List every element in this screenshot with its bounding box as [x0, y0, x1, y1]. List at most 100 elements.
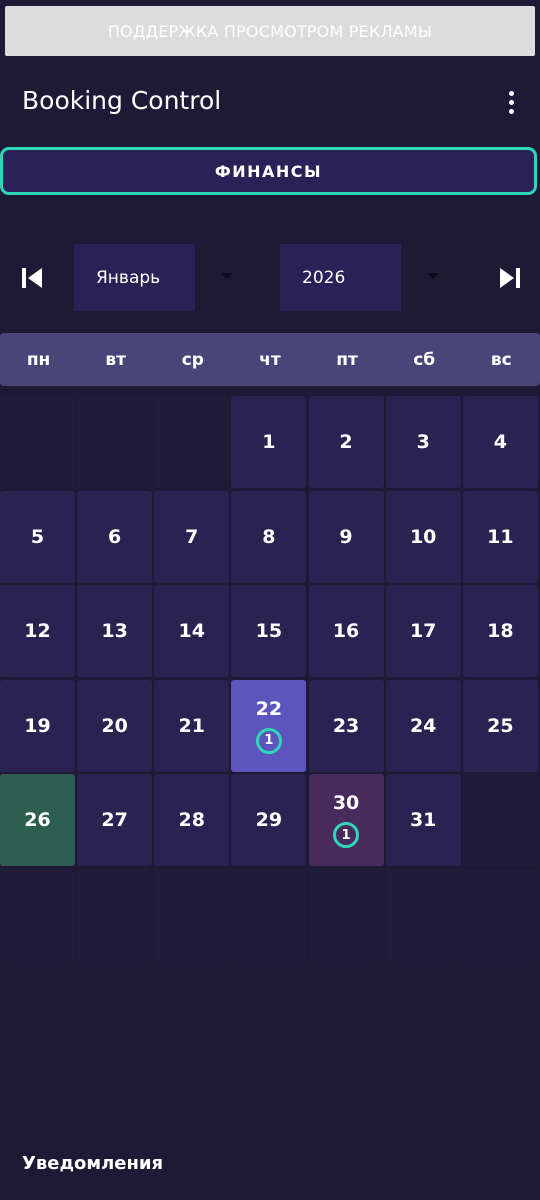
calendar-day-23[interactable]: 23 [308, 679, 384, 772]
calendar-empty-cell [0, 396, 75, 488]
calendar-day-2[interactable]: 2 [308, 396, 384, 488]
calendar-day-8[interactable]: 8 [231, 490, 307, 583]
calendar-day-18[interactable]: 18 [462, 585, 538, 677]
calendar-day-number: 10 [409, 525, 437, 548]
next-month-icon[interactable] [497, 264, 521, 292]
calendar-day-14[interactable]: 14 [154, 585, 230, 677]
calendar-day-number: 26 [24, 809, 51, 831]
calendar-day-number: 12 [24, 620, 51, 642]
calendar-day-number: 11 [487, 525, 514, 548]
calendar-day-number: 24 [409, 714, 437, 737]
month-select[interactable]: Январь [74, 244, 195, 311]
app-title: Booking Control [22, 86, 222, 115]
calendar-day-4[interactable]: 4 [462, 396, 538, 488]
calendar-day-number: 31 [409, 809, 437, 831]
calendar-day-number: 17 [409, 620, 437, 642]
more-vert-icon [508, 90, 514, 96]
calendar-day-number: 5 [30, 525, 45, 548]
weekday-label: пн [26, 349, 51, 370]
weekday-label: сб [413, 349, 436, 370]
calendar-empty-cell [77, 396, 153, 488]
calendar-day-16[interactable]: 16 [308, 585, 384, 677]
calendar-empty-cell [308, 868, 384, 961]
calendar-day-number: 15 [255, 620, 283, 642]
chevron-down-icon[interactable] [427, 273, 439, 279]
calendar-empty-cell [231, 868, 307, 961]
more-vert-icon-dot [508, 99, 514, 105]
calendar-empty-cell [0, 868, 75, 961]
calendar-day-number: 29 [255, 809, 283, 831]
calendar-day-number: 22 [255, 697, 283, 720]
finance-button-label: ФИНАНСЫ [214, 161, 323, 181]
calendar-day-number: 6 [108, 525, 122, 548]
calendar-day-11[interactable]: 11 [462, 490, 538, 583]
calendar-empty-cell [154, 868, 230, 961]
calendar-day-27[interactable]: 27 [77, 774, 153, 866]
calendar-day-6[interactable]: 6 [77, 490, 153, 583]
calendar-day-21[interactable]: 21 [154, 679, 230, 772]
ad-support-label: ПОДДЕРЖКА ПРОСМОТРОМ РЕКЛАМЫ [107, 21, 433, 41]
calendar-day-number: 1 [262, 431, 276, 453]
calendar-day-number: 7 [185, 525, 199, 548]
year-select[interactable]: 2026 [280, 244, 401, 311]
calendar-day-22[interactable]: 22 1 [231, 679, 307, 772]
calendar-day-number: 25 [487, 714, 514, 737]
calendar-empty-cell [462, 868, 538, 961]
calendar-day-number: 21 [178, 714, 205, 737]
calendar-day-12[interactable]: 12 [0, 585, 75, 677]
calendar-day-28[interactable]: 28 [154, 774, 230, 866]
calendar-day-number: 27 [101, 809, 128, 831]
weekday-label: ср [181, 349, 204, 370]
calendar-day-number: 30 [332, 792, 360, 814]
calendar-day-number: 2 [339, 431, 353, 453]
more-menu-button[interactable] [496, 86, 526, 118]
calendar-day-7[interactable]: 7 [154, 490, 230, 583]
calendar-day-number: 3 [416, 431, 430, 453]
calendar-day-19[interactable]: 19 [0, 679, 75, 772]
weekday-label: вс [490, 349, 512, 370]
notifications-title: Уведомления [22, 1153, 164, 1174]
finance-button[interactable]: ФИНАНСЫ [0, 147, 537, 195]
calendar-day-number: 8 [262, 525, 276, 548]
weekday-label: чт [259, 349, 281, 370]
calendar-empty-cell [77, 868, 153, 961]
calendar-day-number: 16 [332, 620, 360, 642]
calendar-day-24[interactable]: 24 [385, 679, 461, 772]
calendar-day-29[interactable]: 29 [231, 774, 307, 866]
calendar-day-number: 23 [332, 714, 360, 737]
calendar-day-10[interactable]: 10 [385, 490, 461, 583]
calendar-day-number: 4 [493, 431, 507, 453]
calendar-day-26[interactable]: 26 [0, 774, 75, 866]
calendar-day-3[interactable]: 3 [385, 396, 461, 488]
chevron-down-icon[interactable] [221, 273, 233, 279]
calendar-empty-cell [462, 774, 538, 866]
calendar-day-31[interactable]: 31 [385, 774, 461, 866]
month-select-value: Январь [96, 267, 161, 288]
calendar-day-1[interactable]: 1 [231, 396, 307, 488]
year-select-value: 2026 [302, 267, 346, 288]
weekday-label: вт [105, 349, 126, 370]
booking-count-badge: 1 [333, 822, 360, 848]
calendar-day-25[interactable]: 25 [462, 679, 538, 772]
calendar-day-number: 20 [101, 714, 128, 737]
calendar-day-number: 18 [487, 620, 514, 642]
calendar-day-number: 14 [178, 620, 205, 642]
weekday-label: пт [336, 349, 358, 370]
previous-month-icon[interactable] [21, 264, 45, 292]
calendar-day-number: 13 [101, 620, 128, 642]
calendar-day-number: 9 [339, 525, 353, 548]
ad-support-banner[interactable]: ПОДДЕРЖКА ПРОСМОТРОМ РЕКЛАМЫ [5, 6, 535, 56]
calendar-day-number: 19 [24, 714, 51, 737]
calendar-day-5[interactable]: 5 [0, 490, 75, 583]
calendar-day-15[interactable]: 15 [231, 585, 307, 677]
more-vert-icon-dot [508, 108, 514, 114]
calendar-day-30[interactable]: 30 1 [308, 774, 384, 866]
calendar-day-17[interactable]: 17 [385, 585, 461, 677]
calendar-day-20[interactable]: 20 [77, 679, 153, 772]
calendar-empty-cell [385, 868, 461, 961]
booking-count-badge: 1 [255, 727, 282, 754]
calendar-day-number: 28 [178, 809, 205, 831]
calendar-day-13[interactable]: 13 [77, 585, 153, 677]
calendar-empty-cell [154, 396, 230, 488]
calendar-day-9[interactable]: 9 [308, 490, 384, 583]
